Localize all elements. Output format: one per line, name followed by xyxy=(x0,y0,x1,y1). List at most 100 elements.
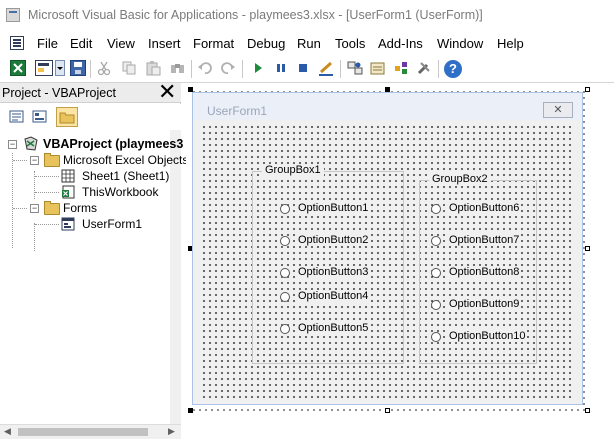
menu-debug[interactable]: Debug xyxy=(247,36,285,51)
resize-handle[interactable] xyxy=(585,246,590,251)
tree-line xyxy=(35,224,59,225)
option-button-label: OptionButton6 xyxy=(448,202,521,214)
view-code-icon[interactable] xyxy=(8,108,26,126)
folder-open-icon xyxy=(44,201,60,215)
tree-line xyxy=(13,208,27,209)
tree-item-userform1[interactable]: UserForm1 xyxy=(0,216,180,232)
option-button-label: OptionButton4 xyxy=(297,290,370,302)
menu-view[interactable]: View xyxy=(107,36,135,51)
paste-icon[interactable] xyxy=(145,60,161,76)
undo-icon[interactable] xyxy=(197,60,213,76)
tree-item-vbaproject[interactable]: − VBAProject (playmees3 xyxy=(0,136,184,152)
collapse-icon[interactable]: − xyxy=(8,140,17,149)
copy-icon[interactable] xyxy=(121,60,137,76)
tree-line xyxy=(35,176,59,177)
scroll-right-arrow-icon[interactable]: ▶ xyxy=(168,426,175,437)
view-object-icon[interactable] xyxy=(31,108,49,126)
option-button-label: OptionButton2 xyxy=(297,234,370,246)
collapse-icon[interactable]: − xyxy=(30,204,39,213)
tree-item-excel-objects[interactable]: − Microsoft Excel Objects xyxy=(0,152,188,168)
option-button-label: OptionButton1 xyxy=(297,202,370,214)
menu-system-icon[interactable] xyxy=(10,36,24,50)
vbaproject-icon xyxy=(24,136,38,151)
radio-icon[interactable] xyxy=(431,204,441,214)
tree-label-vbaproject: VBAProject (playmees3 xyxy=(43,137,184,151)
menu-insert[interactable]: Insert xyxy=(148,36,181,51)
menu-run[interactable]: Run xyxy=(297,36,321,51)
resize-handle[interactable] xyxy=(585,408,590,413)
resize-handle[interactable] xyxy=(188,408,193,413)
userform-body-grid[interactable]: GroupBox1 OptionButton1 OptionButton2 Op… xyxy=(200,123,575,401)
resize-handle[interactable] xyxy=(585,87,590,92)
radio-icon[interactable] xyxy=(431,332,441,342)
option-button-label: OptionButton7 xyxy=(448,234,521,246)
radio-icon[interactable] xyxy=(431,268,441,278)
break-icon[interactable] xyxy=(273,60,289,76)
userform-caption: UserForm1 xyxy=(207,104,268,118)
option-button-label: OptionButton3 xyxy=(297,266,370,278)
view-excel-icon[interactable] xyxy=(10,60,26,76)
object-browser-icon[interactable] xyxy=(393,60,409,76)
tree-line xyxy=(35,192,59,193)
project-pane-horizontal-scrollbar[interactable]: ◀ ▶ xyxy=(0,424,181,439)
toolbar-separator xyxy=(242,60,243,78)
scroll-left-arrow-icon[interactable]: ◀ xyxy=(4,426,11,437)
tree-item-sheet1[interactable]: Sheet1 (Sheet1) xyxy=(0,168,180,184)
cut-icon[interactable] xyxy=(96,60,112,76)
tree-line xyxy=(13,160,27,161)
radio-icon[interactable] xyxy=(280,324,290,334)
option-button-label: OptionButton5 xyxy=(297,322,370,334)
radio-icon[interactable] xyxy=(280,292,290,302)
menu-tools[interactable]: Tools xyxy=(335,36,365,51)
option-button-label: OptionButton10 xyxy=(448,330,527,342)
menu-bar: File Edit View Insert Format Debug Run T… xyxy=(0,31,614,55)
project-pane-title: Project - VBAProject xyxy=(2,86,116,100)
project-explorer-pane: Project - VBAProject ✕ − VBAProject (pla… xyxy=(0,81,188,439)
design-mode-icon[interactable] xyxy=(317,60,333,76)
folder-open-icon xyxy=(44,153,60,167)
run-icon[interactable] xyxy=(250,60,266,76)
workbook-icon xyxy=(62,185,75,199)
reset-icon[interactable] xyxy=(295,60,311,76)
userform-caption-bar[interactable]: UserForm1 ✕ xyxy=(193,93,582,120)
radio-icon[interactable] xyxy=(431,300,441,310)
resize-handle[interactable] xyxy=(385,408,390,413)
option-button-label: OptionButton8 xyxy=(448,266,521,278)
scrollbar-thumb[interactable] xyxy=(18,428,148,436)
groupbox-1-label: GroupBox1 xyxy=(262,164,324,176)
userform-window[interactable]: UserForm1 ✕ GroupBox1 OptionButton1 Opti… xyxy=(192,92,583,405)
menu-help[interactable]: Help xyxy=(497,36,524,51)
menu-file[interactable]: File xyxy=(37,36,58,51)
menu-edit[interactable]: Edit xyxy=(70,36,92,51)
tree-label-sheet1: Sheet1 (Sheet1) xyxy=(82,169,170,183)
save-icon[interactable] xyxy=(70,60,86,76)
help-icon[interactable]: ? xyxy=(444,60,462,78)
properties-window-icon[interactable] xyxy=(370,60,386,76)
groupbox-2-label: GroupBox2 xyxy=(429,173,491,185)
radio-icon[interactable] xyxy=(280,268,290,278)
option-button-label: OptionButton9 xyxy=(448,298,521,310)
tree-item-forms[interactable]: − Forms xyxy=(0,200,180,216)
menu-format[interactable]: Format xyxy=(193,36,234,51)
toggle-folders-icon[interactable] xyxy=(56,107,78,127)
project-explorer-icon[interactable] xyxy=(347,60,363,76)
collapse-icon[interactable]: − xyxy=(30,156,39,165)
close-icon[interactable]: ✕ xyxy=(158,81,176,103)
groupbox-2[interactable]: GroupBox2 OptionButton6 OptionButton7 Op… xyxy=(419,173,537,364)
redo-icon[interactable] xyxy=(220,60,236,76)
project-pane-toolbar xyxy=(0,104,181,130)
menu-add-ins[interactable]: Add-Ins xyxy=(378,36,423,51)
radio-icon[interactable] xyxy=(280,236,290,246)
menu-window[interactable]: Window xyxy=(437,36,483,51)
radio-icon[interactable] xyxy=(431,236,441,246)
dropdown-arrow-icon[interactable] xyxy=(55,60,65,76)
toolbox-icon[interactable] xyxy=(416,60,432,76)
project-pane-header: Project - VBAProject ✕ xyxy=(0,81,181,103)
insert-userform-icon[interactable] xyxy=(35,60,53,76)
find-icon[interactable] xyxy=(170,60,186,76)
tree-item-thisworkbook[interactable]: ThisWorkbook xyxy=(0,184,180,200)
standard-toolbar: ? xyxy=(0,55,614,83)
radio-icon[interactable] xyxy=(280,204,290,214)
userform-close-icon[interactable]: ✕ xyxy=(543,102,573,118)
groupbox-1[interactable]: GroupBox1 OptionButton1 OptionButton2 Op… xyxy=(252,164,404,364)
